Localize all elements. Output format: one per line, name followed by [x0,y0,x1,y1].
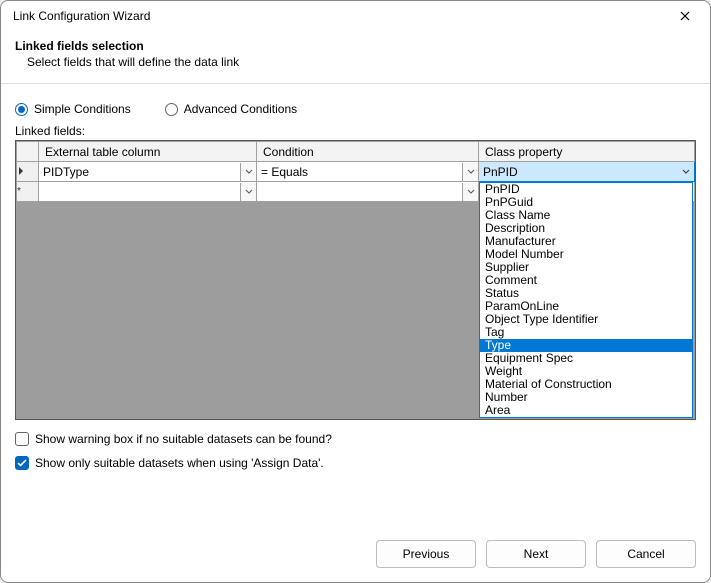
check-show-warning-label: Show warning box if no suitable datasets… [35,432,332,446]
grid-corner [17,142,39,162]
dropdown-button[interactable] [240,183,256,201]
radio-simple-label: Simple Conditions [34,102,131,116]
class-property-dropdown-list[interactable]: PnPIDPnPGuidClass NameDescriptionManufac… [479,182,693,418]
radio-icon [15,103,28,116]
close-icon [680,11,690,21]
caret-right-icon [17,166,25,176]
check-show-suitable[interactable]: Show only suitable datasets when using '… [15,456,696,470]
check-show-warning[interactable]: Show warning box if no suitable datasets… [15,432,696,446]
conditions-mode-group: Simple Conditions Advanced Conditions [15,102,696,116]
row-indicator-current[interactable] [17,162,39,182]
radio-icon [165,103,178,116]
cell-external[interactable]: PIDType [39,162,257,182]
cell-class-property[interactable]: PnPID [479,162,695,182]
cell-external-value: PIDType [39,165,240,179]
titlebar: Link Configuration Wizard [1,1,710,31]
chevron-down-icon [682,169,690,175]
cell-external-new[interactable] [39,182,257,202]
radio-simple-conditions[interactable]: Simple Conditions [15,102,131,116]
previous-button[interactable]: Previous [376,540,476,568]
dropdown-option[interactable]: Object Type Identifier [480,313,692,326]
checkmark-icon [17,459,27,467]
dropdown-button[interactable] [462,163,478,181]
step-description: Select fields that will define the data … [15,55,696,69]
col-header-class[interactable]: Class property [479,142,695,162]
checkbox-icon [15,432,29,446]
chevron-down-icon [467,169,475,175]
dropdown-option[interactable]: Tag [480,326,692,339]
radio-advanced-label: Advanced Conditions [184,102,297,116]
close-button[interactable] [670,4,700,28]
linked-fields-label: Linked fields: [15,124,696,138]
checkbox-icon [15,456,29,470]
cancel-button[interactable]: Cancel [596,540,696,568]
dropdown-option[interactable]: Number [480,391,692,404]
step-title: Linked fields selection [15,39,696,53]
dropdown-button[interactable] [462,183,478,201]
check-show-suitable-label: Show only suitable datasets when using '… [35,456,324,470]
dropdown-option[interactable]: Area [480,404,692,417]
dropdown-button[interactable] [240,163,256,181]
linked-fields-grid[interactable]: External table column Condition Class pr… [15,140,696,420]
wizard-body: Simple Conditions Advanced Conditions Li… [1,84,710,526]
col-header-external[interactable]: External table column [39,142,257,162]
wizard-header: Linked fields selection Select fields th… [1,31,710,84]
options-checks: Show warning box if no suitable datasets… [15,432,696,470]
radio-advanced-conditions[interactable]: Advanced Conditions [165,102,297,116]
next-button[interactable]: Next [486,540,586,568]
cell-condition-new[interactable] [257,182,479,202]
cell-condition[interactable]: = Equals [257,162,479,182]
wizard-footer: Previous Next Cancel [1,526,710,582]
cell-class-value: PnPID [479,165,678,179]
chevron-down-icon [467,189,475,195]
chevron-down-icon [245,169,253,175]
cell-condition-value: = Equals [257,165,462,179]
chevron-down-icon [245,189,253,195]
window: Link Configuration Wizard Linked fields … [0,0,711,583]
window-title: Link Configuration Wizard [13,9,150,23]
row-indicator-new[interactable]: * [17,182,39,202]
dropdown-button[interactable] [678,163,694,181]
col-header-condition[interactable]: Condition [257,142,479,162]
